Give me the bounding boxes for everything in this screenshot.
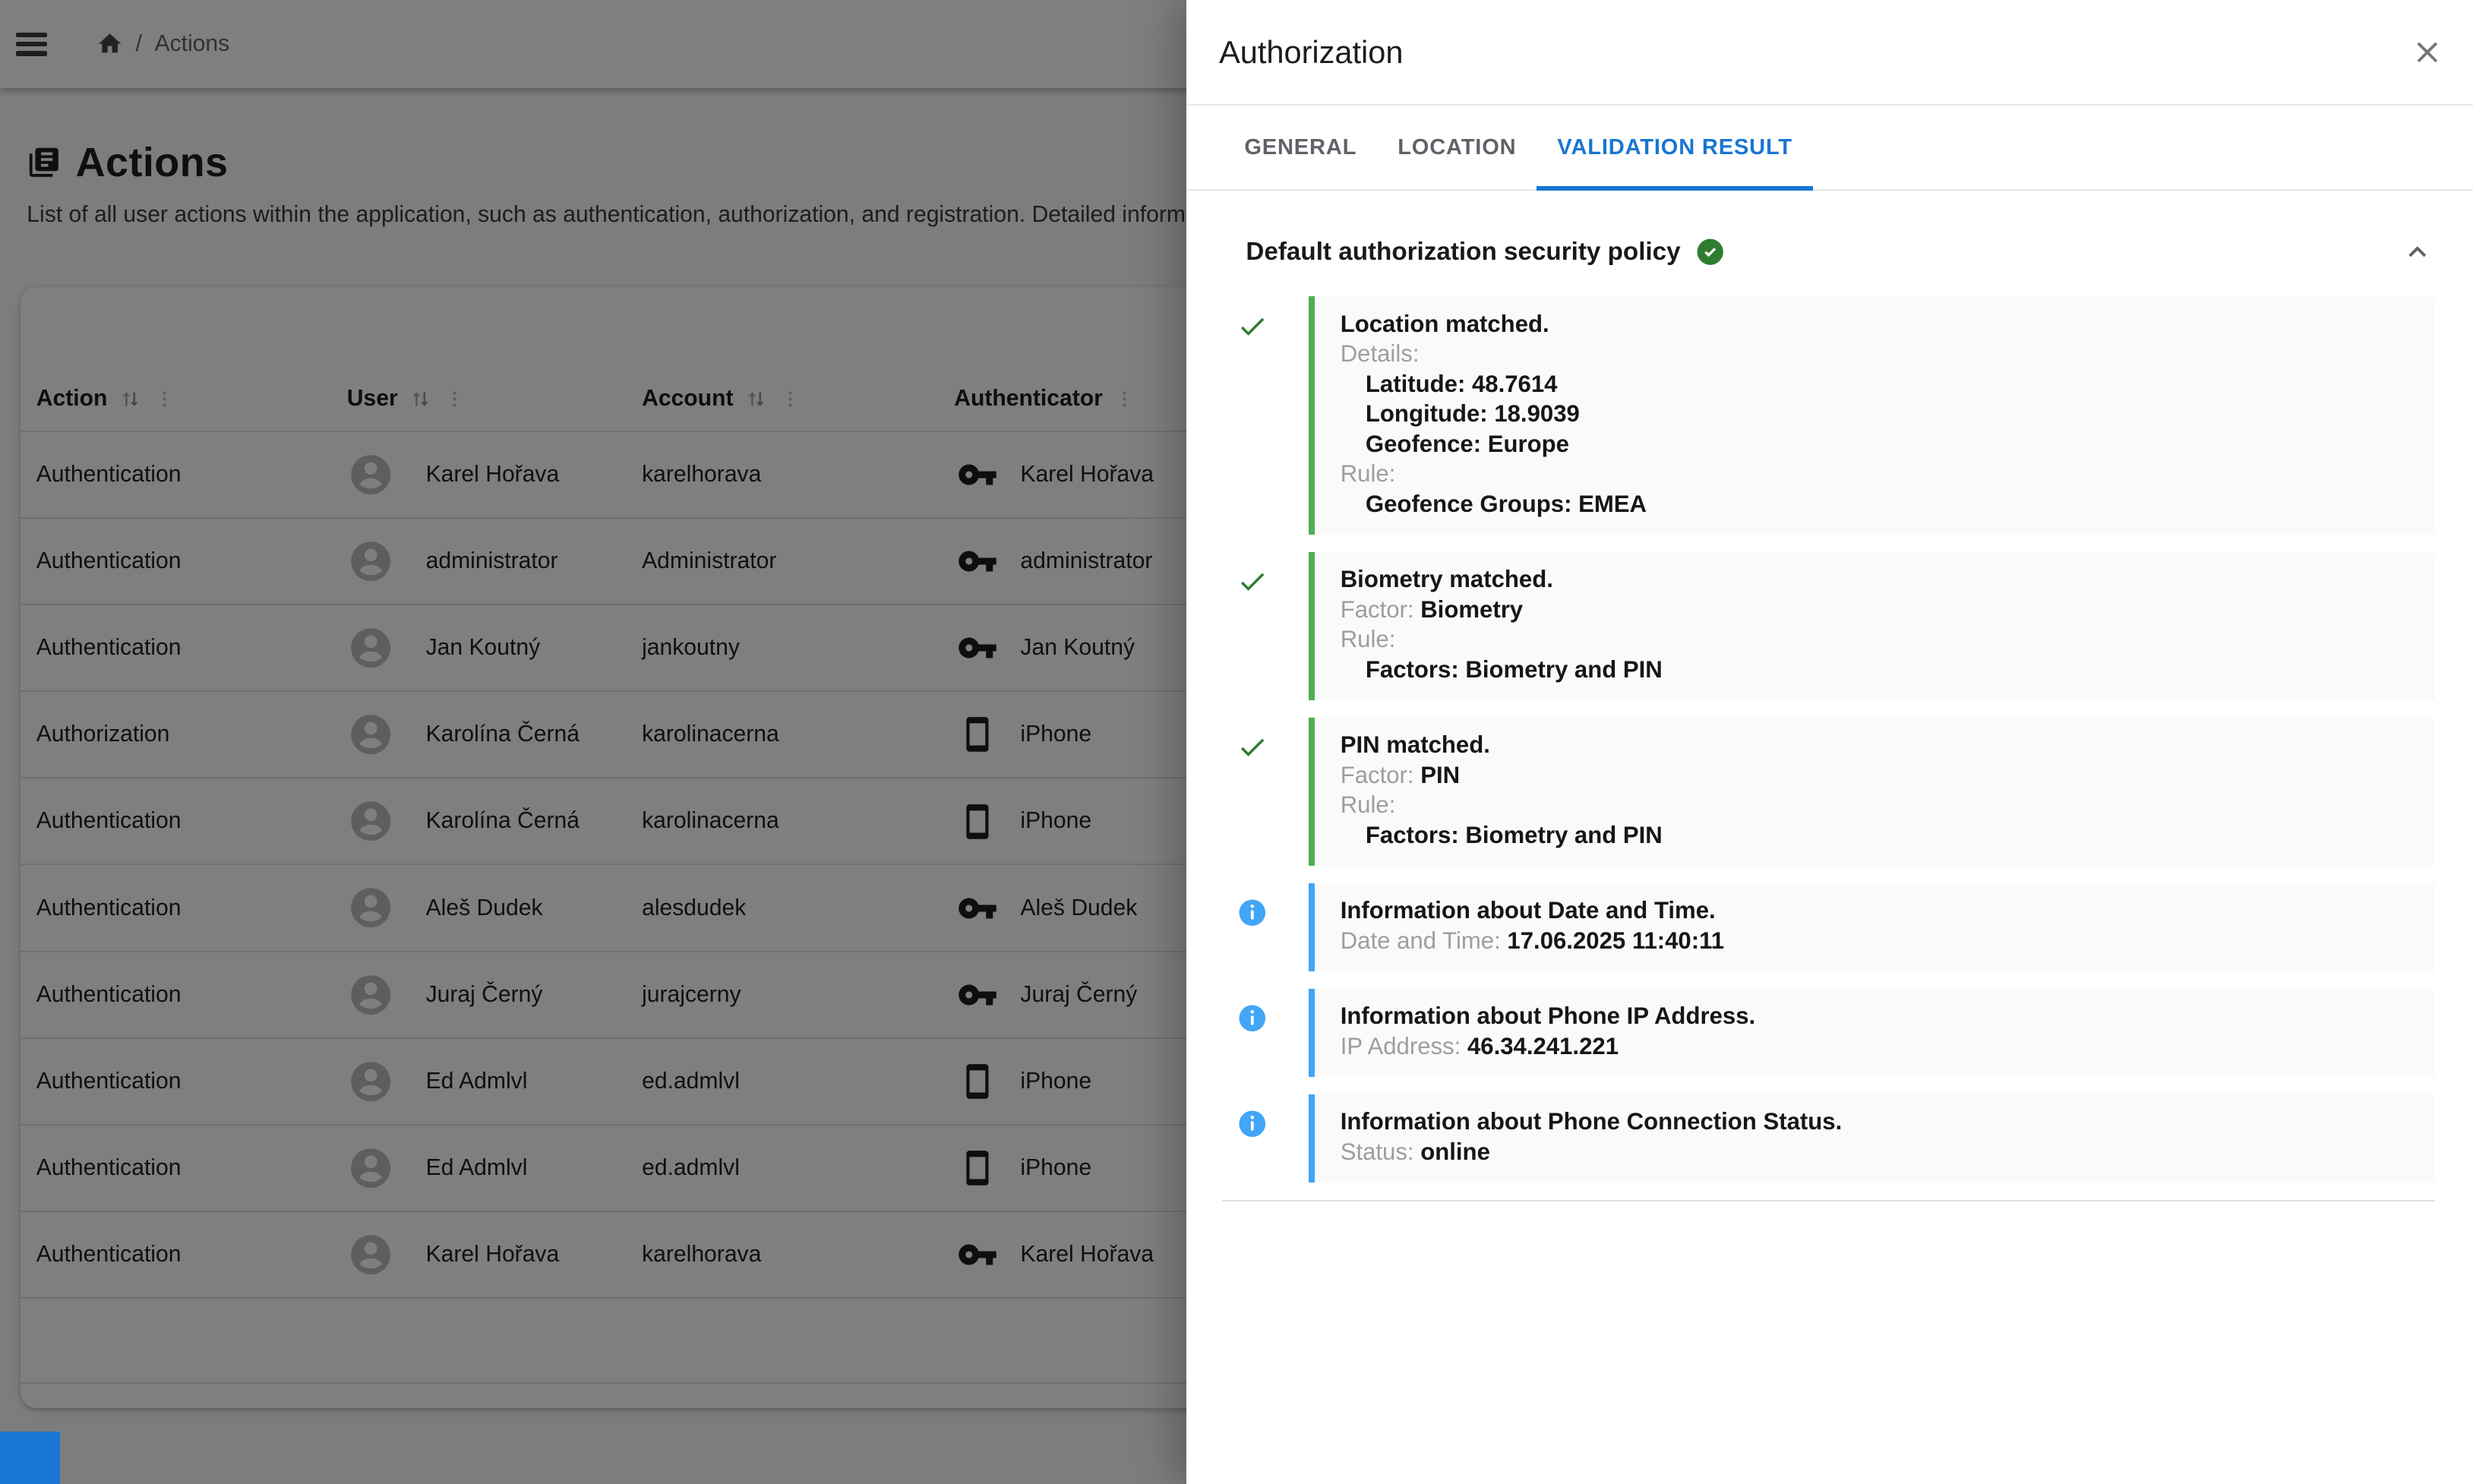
result-status-icon [1236, 718, 1309, 866]
policy-title: Default authorization security policy [1246, 238, 1680, 267]
drawer-tabs: GENERALLOCATIONVALIDATION RESULT [1186, 106, 2473, 191]
result-value: Longitude: 18.9039 [1366, 399, 2410, 428]
result-card: Information about Phone Connection Statu… [1309, 1094, 2435, 1182]
result-value: Factors: Biometry and PIN [1366, 655, 2410, 684]
result-value: Geofence Groups: EMEA [1366, 489, 2410, 519]
result-pair: Factor: Biometry [1341, 595, 2410, 624]
results-divider [1222, 1200, 2435, 1201]
result-card: Information about Date and Time.Date and… [1309, 883, 2435, 971]
result-card: Biometry matched.Factor: BiometryRule:Fa… [1309, 552, 2435, 700]
validation-result-item: Information about Phone IP Address.IP Ad… [1236, 989, 2435, 1077]
info-icon [1236, 1108, 1268, 1140]
drawer-header: Authorization [1186, 0, 2473, 106]
result-label: Rule: [1341, 790, 2410, 819]
validation-results: Location matched.Details:Latitude: 48.76… [1236, 296, 2435, 1182]
result-title: Information about Phone Connection Statu… [1341, 1107, 2410, 1136]
close-button[interactable] [2410, 35, 2445, 70]
app-root: / Actions Actions List of all user actio… [0, 0, 2473, 1484]
info-icon [1236, 897, 1268, 929]
validation-result-item: Location matched.Details:Latitude: 48.76… [1236, 296, 2435, 535]
success-badge-icon [1696, 238, 1724, 266]
tab-general[interactable]: GENERAL [1224, 106, 1377, 189]
result-value: Latitude: 48.7614 [1366, 369, 2410, 399]
result-card: Location matched.Details:Latitude: 48.76… [1309, 296, 2435, 535]
tab-location[interactable]: LOCATION [1377, 106, 1537, 189]
result-pair: Factor: PIN [1341, 760, 2410, 790]
result-title: Location matched. [1341, 309, 2410, 339]
authorization-drawer: Authorization GENERALLOCATIONVALIDATION … [1186, 0, 2473, 1484]
result-label: Details: [1341, 339, 2410, 368]
result-card: PIN matched.Factor: PINRule:Factors: Bio… [1309, 718, 2435, 866]
result-pair: IP Address: 46.34.241.221 [1341, 1031, 2410, 1061]
result-status-icon [1236, 296, 1309, 535]
policy-header[interactable]: Default authorization security policy [1236, 226, 2435, 279]
result-status-icon [1236, 883, 1309, 971]
validation-result-item: PIN matched.Factor: PINRule:Factors: Bio… [1236, 718, 2435, 866]
result-card: Information about Phone IP Address.IP Ad… [1309, 989, 2435, 1077]
validation-result-item: Information about Date and Time.Date and… [1236, 883, 2435, 971]
result-title: Biometry matched. [1341, 564, 2410, 594]
result-value: Geofence: Europe [1366, 429, 2410, 459]
validation-result-item: Biometry matched.Factor: BiometryRule:Fa… [1236, 552, 2435, 700]
result-status-icon [1236, 1094, 1309, 1182]
result-pair: Date and Time: 17.06.2025 11:40:11 [1341, 926, 2410, 955]
result-pair: Status: online [1341, 1137, 2410, 1167]
close-icon [2410, 35, 2445, 70]
chevron-up-icon[interactable] [2400, 235, 2435, 270]
corner-accent [0, 1432, 60, 1484]
result-status-icon [1236, 552, 1309, 700]
result-title: Information about Phone IP Address. [1341, 1001, 2410, 1031]
tab-validation-result[interactable]: VALIDATION RESULT [1537, 106, 1813, 189]
result-title: PIN matched. [1341, 730, 2410, 759]
check-icon [1236, 311, 1268, 343]
info-icon [1236, 1002, 1268, 1034]
result-title: Information about Date and Time. [1341, 895, 2410, 925]
drawer-content: Default authorization security policy Lo… [1186, 191, 2473, 1182]
check-icon [1236, 731, 1268, 763]
result-status-icon [1236, 989, 1309, 1077]
validation-result-item: Information about Phone Connection Statu… [1236, 1094, 2435, 1182]
result-label: Rule: [1341, 624, 2410, 654]
result-value: Factors: Biometry and PIN [1366, 820, 2410, 850]
result-label: Rule: [1341, 459, 2410, 488]
check-icon [1236, 566, 1268, 598]
drawer-title: Authorization [1219, 34, 2410, 71]
